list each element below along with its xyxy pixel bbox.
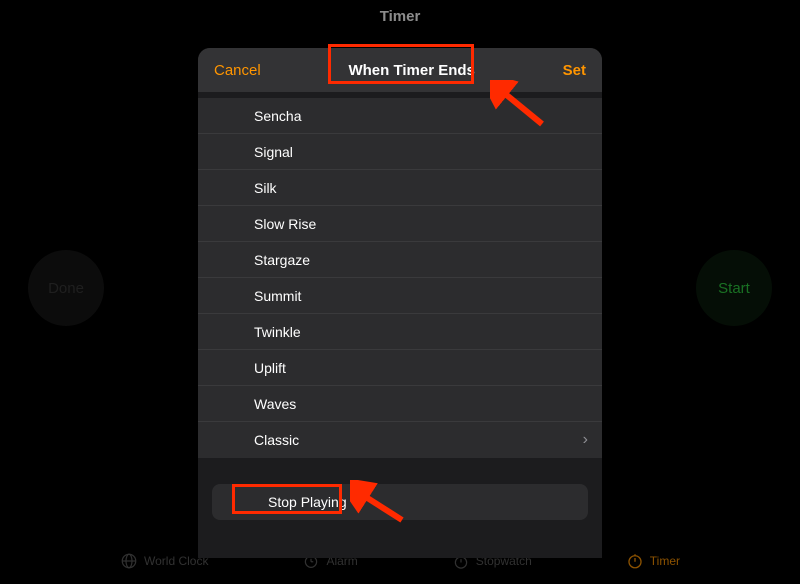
sound-item[interactable]: Signal — [198, 134, 602, 170]
sound-label: Summit — [254, 288, 301, 304]
cancel-button[interactable]: Cancel — [214, 62, 261, 79]
sound-item[interactable]: Silk — [198, 170, 602, 206]
sound-label: Twinkle — [254, 324, 301, 340]
sound-item[interactable]: Summit — [198, 278, 602, 314]
sound-item[interactable]: Waves — [198, 386, 602, 422]
stop-playing-label: Stop Playing — [268, 494, 347, 510]
sound-label: Slow Rise — [254, 216, 316, 232]
sound-label: Uplift — [254, 360, 286, 376]
page-title: Timer — [0, 8, 800, 25]
tab-world-clock[interactable]: World Clock — [120, 552, 208, 570]
sound-item[interactable]: Stargaze — [198, 242, 602, 278]
sound-item[interactable]: Twinkle — [198, 314, 602, 350]
stop-playing-section: Stop Playing — [212, 484, 588, 520]
sound-item[interactable]: Slow Rise — [198, 206, 602, 242]
tab-timer-label: Timer — [650, 554, 680, 568]
globe-icon — [120, 552, 138, 570]
start-button[interactable]: Start — [696, 250, 772, 326]
timer-icon — [626, 552, 644, 570]
sound-label: Waves — [254, 396, 296, 412]
sound-item[interactable]: Uplift — [198, 350, 602, 386]
sound-item-classic[interactable]: Classic › — [198, 422, 602, 458]
set-button[interactable]: Set — [563, 62, 586, 79]
sound-item[interactable]: Sencha — [198, 98, 602, 134]
tab-timer[interactable]: Timer — [626, 552, 680, 570]
sound-label: Stargaze — [254, 252, 310, 268]
section-gap — [198, 458, 602, 484]
sound-list-scroll[interactable]: Sencha Signal Silk Slow Rise Stargaze Su… — [198, 92, 602, 558]
sound-label: Classic — [254, 432, 299, 448]
sheet-title: When Timer Ends — [348, 62, 474, 79]
done-button-label: Done — [48, 280, 84, 297]
sound-label: Silk — [254, 180, 277, 196]
sound-list: Sencha Signal Silk Slow Rise Stargaze Su… — [198, 98, 602, 458]
sheet-header: Cancel When Timer Ends Set — [198, 48, 602, 92]
sound-label: Sencha — [254, 108, 301, 124]
stop-playing-row[interactable]: Stop Playing — [212, 484, 588, 520]
chevron-right-icon: › — [583, 431, 588, 449]
done-button[interactable]: Done — [28, 250, 104, 326]
sound-label: Signal — [254, 144, 293, 160]
when-timer-ends-sheet: Cancel When Timer Ends Set Sencha Signal… — [198, 48, 602, 558]
start-button-label: Start — [718, 280, 750, 297]
